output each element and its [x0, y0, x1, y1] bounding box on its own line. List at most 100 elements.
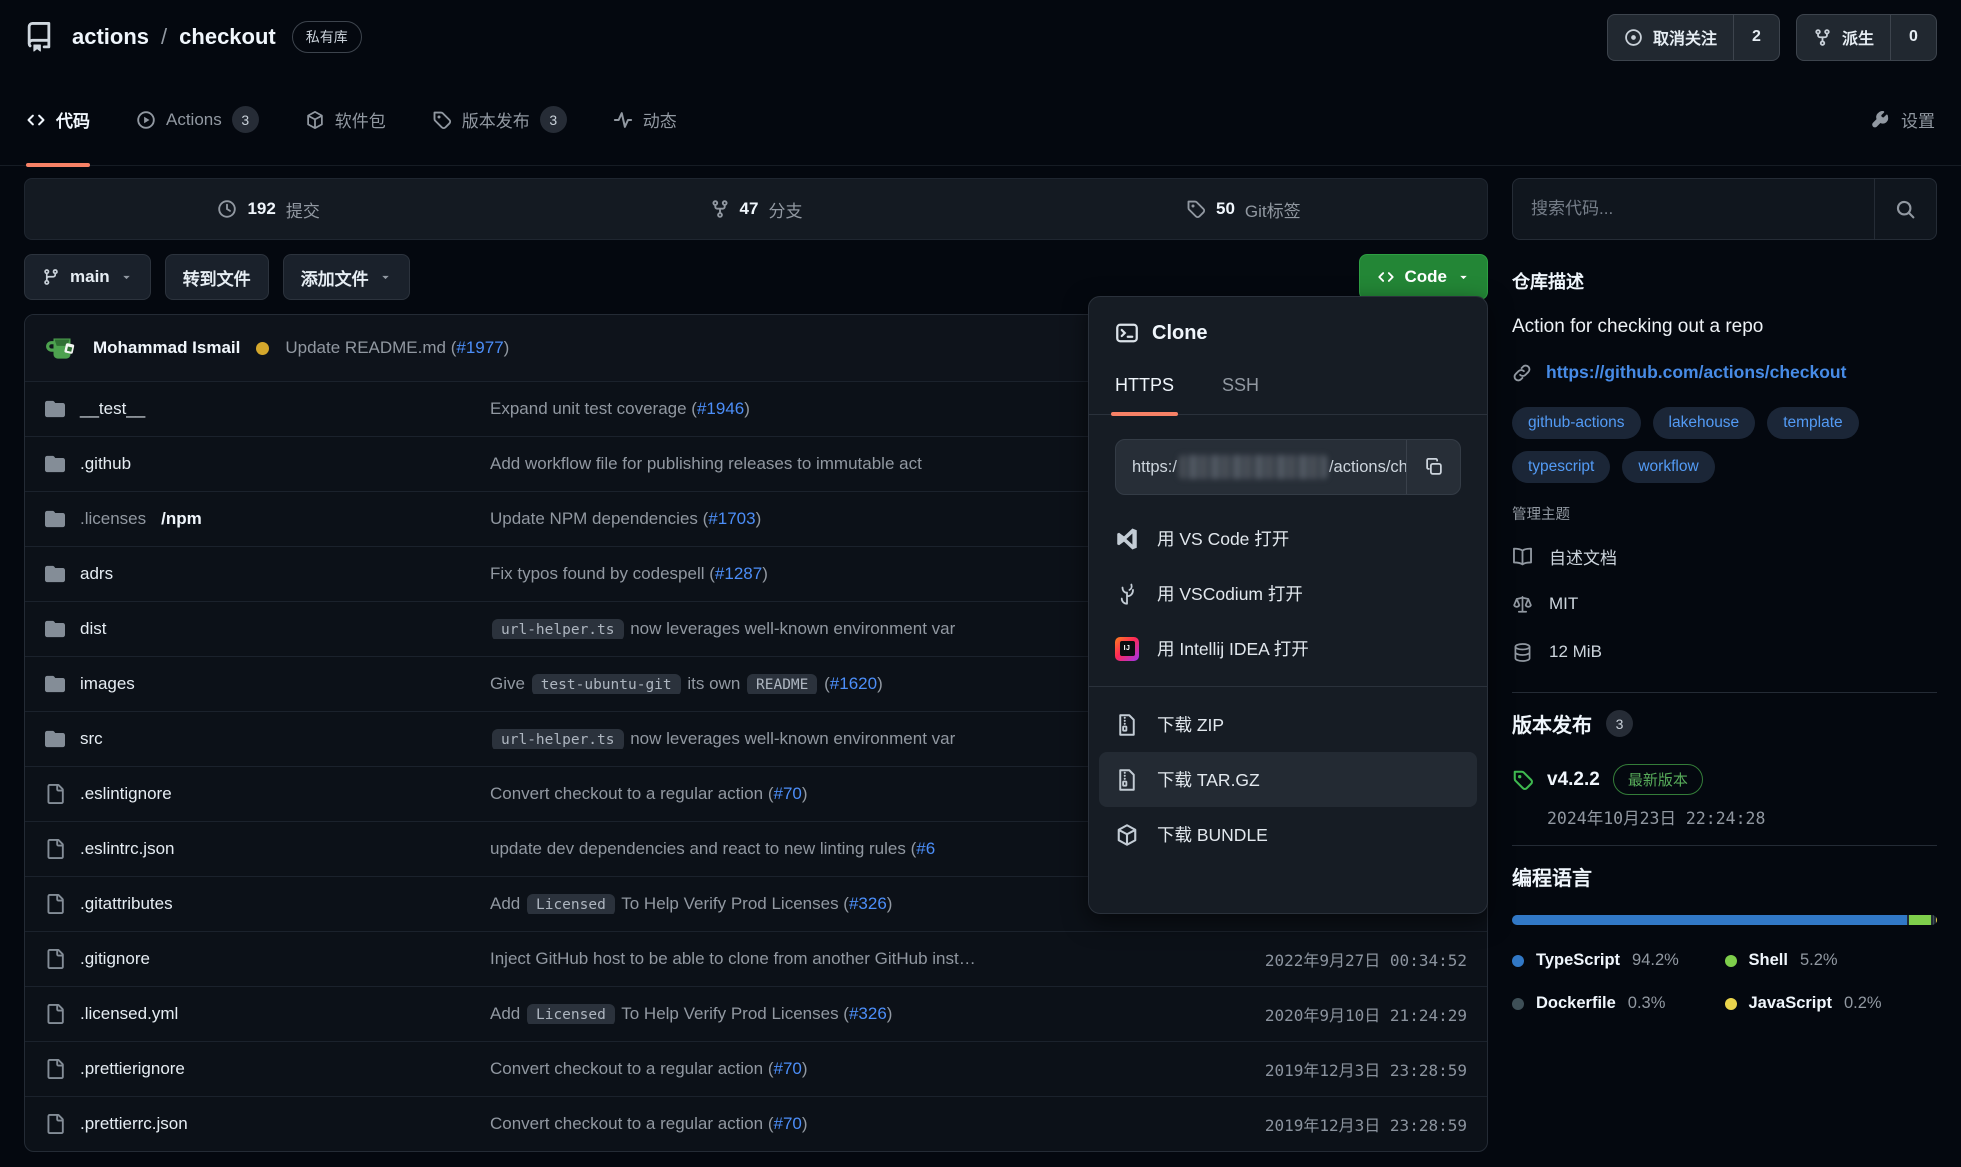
table-row[interactable]: .gitignoreInject GitHub host to be able … — [25, 931, 1487, 986]
topic-tag[interactable]: lakehouse — [1653, 407, 1756, 439]
file-name[interactable]: .licenses — [80, 509, 146, 529]
copy-url-button[interactable] — [1406, 440, 1460, 494]
issue-link[interactable]: #70 — [773, 1114, 801, 1133]
language-legend-item[interactable]: Dockerfile0.3% — [1512, 994, 1725, 1013]
breadcrumb-repo[interactable]: checkout — [179, 24, 276, 50]
language-percent: 5.2% — [1800, 951, 1838, 970]
clone-url-input[interactable]: https://actions/ch — [1116, 440, 1406, 494]
tab-activity[interactable]: 动态 — [613, 74, 677, 165]
file-name[interactable]: adrs — [80, 564, 113, 584]
issue-link[interactable]: #1620 — [830, 674, 877, 693]
issue-link[interactable]: #1703 — [708, 509, 755, 528]
file-name[interactable]: .prettierrc.json — [80, 1114, 188, 1134]
file-name[interactable]: .github — [80, 454, 131, 474]
file-name[interactable]: .gitattributes — [80, 894, 173, 914]
language-bar-segment — [1512, 915, 1907, 925]
issue-link[interactable]: #6 — [916, 839, 935, 858]
intellij-idea-icon: IJ — [1115, 637, 1139, 661]
language-legend-item[interactable]: TypeScript94.2% — [1512, 951, 1725, 970]
topic-tag[interactable]: github-actions — [1512, 407, 1641, 439]
issue-link[interactable]: #326 — [849, 1004, 887, 1023]
fork-count[interactable]: 0 — [1890, 15, 1936, 60]
issue-link[interactable]: #70 — [773, 784, 801, 803]
code-search — [1512, 178, 1937, 240]
commit-date: 2019年12月3日 23:28:59 — [1202, 1057, 1467, 1081]
file-name[interactable]: src — [80, 729, 103, 749]
repo-stats-bar: 192提交 47分支 50Git标签 — [24, 178, 1488, 240]
file-name[interactable]: .eslintrc.json — [80, 839, 174, 859]
issue-link[interactable]: #1977 — [456, 338, 503, 357]
stat-tags[interactable]: 50Git标签 — [1000, 179, 1487, 239]
search-button[interactable] — [1874, 179, 1936, 239]
file-name[interactable]: dist — [80, 619, 106, 639]
breadcrumb-owner[interactable]: actions — [72, 24, 149, 50]
manage-topics-link[interactable]: 管理主题 — [1512, 503, 1937, 524]
zip-file-icon — [1115, 768, 1139, 792]
website-link[interactable]: https://github.com/actions/checkout — [1546, 362, 1846, 383]
download-bundle-item[interactable]: 下载 BUNDLE — [1099, 807, 1477, 862]
file-name[interactable]: __test__ — [80, 399, 145, 419]
inline-code: test-ubuntu-git — [532, 674, 681, 694]
latest-release-row: v4.2.2 最新版本 — [1512, 764, 1937, 795]
file-name[interactable]: .gitignore — [80, 949, 150, 969]
tab-packages[interactable]: 软件包 — [305, 74, 386, 165]
tab-releases[interactable]: 版本发布 3 — [432, 74, 567, 165]
latest-release-badge: 最新版本 — [1613, 764, 1703, 795]
tab-https[interactable]: HTTPS — [1115, 375, 1174, 414]
issue-link[interactable]: #1287 — [715, 564, 762, 583]
file-icon — [45, 894, 65, 914]
issue-link[interactable]: #70 — [773, 1059, 801, 1078]
language-legend-item[interactable]: JavaScript0.2% — [1725, 994, 1938, 1013]
stat-branches[interactable]: 47分支 — [512, 179, 999, 239]
goto-file-button[interactable]: 转到文件 — [165, 254, 269, 300]
fork-button[interactable]: 派生 0 — [1796, 14, 1937, 61]
issue-link[interactable]: #326 — [849, 894, 887, 913]
message-text: Add — [490, 894, 525, 913]
redacted-host — [1179, 455, 1327, 479]
search-input[interactable] — [1513, 179, 1874, 239]
language-legend-item[interactable]: Shell5.2% — [1725, 951, 1938, 970]
open-vscodium-item[interactable]: 用 VSCodium 打开 — [1099, 566, 1477, 621]
branch-selector[interactable]: main — [24, 254, 151, 300]
watch-count[interactable]: 2 — [1733, 15, 1779, 60]
file-name[interactable]: .prettierignore — [80, 1059, 185, 1079]
table-row[interactable]: .licensed.ymlAdd Licensed To Help Verify… — [25, 986, 1487, 1041]
open-idea-item[interactable]: IJ 用 Intellij IDEA 打开 — [1099, 621, 1477, 676]
avatar[interactable] — [45, 331, 79, 365]
download-targz-item[interactable]: 下载 TAR.GZ — [1099, 752, 1477, 807]
table-row[interactable]: .prettierrc.jsonConvert checkout to a re… — [25, 1096, 1487, 1151]
open-vscode-item[interactable]: 用 VS Code 打开 — [1099, 511, 1477, 566]
file-name[interactable]: images — [80, 674, 135, 694]
table-row[interactable]: .prettierignoreConvert checkout to a reg… — [25, 1041, 1487, 1096]
topic-tag[interactable]: template — [1767, 407, 1858, 439]
release-version[interactable]: v4.2.2 — [1547, 769, 1600, 791]
tab-ssh[interactable]: SSH — [1222, 375, 1259, 414]
stat-commits[interactable]: 192提交 — [25, 179, 512, 239]
issue-link[interactable]: #1946 — [697, 399, 744, 418]
tab-code[interactable]: 代码 — [26, 74, 90, 165]
tab-actions[interactable]: Actions 3 — [136, 74, 259, 165]
message-text: ) — [504, 338, 510, 357]
file-name[interactable]: .eslintignore — [80, 784, 172, 804]
tab-settings[interactable]: 设置 — [1872, 107, 1935, 132]
commit-author[interactable]: Mohammad Ismail — [93, 338, 240, 358]
divider — [1089, 686, 1487, 687]
bundle-cube-icon — [1115, 823, 1139, 847]
page-header: actions / checkout 私有库 取消关注 2 派生 0 — [0, 0, 1961, 74]
topic-tag[interactable]: workflow — [1622, 451, 1714, 483]
inline-code: Licensed — [527, 894, 615, 914]
license-link[interactable]: MIT — [1512, 580, 1937, 628]
topic-tag[interactable]: typescript — [1512, 451, 1610, 483]
commit-message[interactable]: Update README.md (#1977) — [285, 338, 509, 358]
releases-heading[interactable]: 版本发布 3 — [1512, 709, 1937, 738]
file-name[interactable]: /npm — [161, 509, 202, 529]
code-dropdown-button[interactable]: Code — [1359, 254, 1489, 300]
commit-status-dot[interactable] — [256, 342, 269, 355]
unwatch-button[interactable]: 取消关注 2 — [1607, 14, 1780, 61]
download-zip-item[interactable]: 下载 ZIP — [1099, 697, 1477, 752]
message-text: ) — [762, 564, 768, 583]
file-name[interactable]: .licensed.yml — [80, 1004, 178, 1024]
readme-link[interactable]: 自述文档 — [1512, 532, 1937, 580]
add-file-button[interactable]: 添加文件 — [283, 254, 410, 300]
description-title: 仓库描述 — [1512, 268, 1937, 294]
